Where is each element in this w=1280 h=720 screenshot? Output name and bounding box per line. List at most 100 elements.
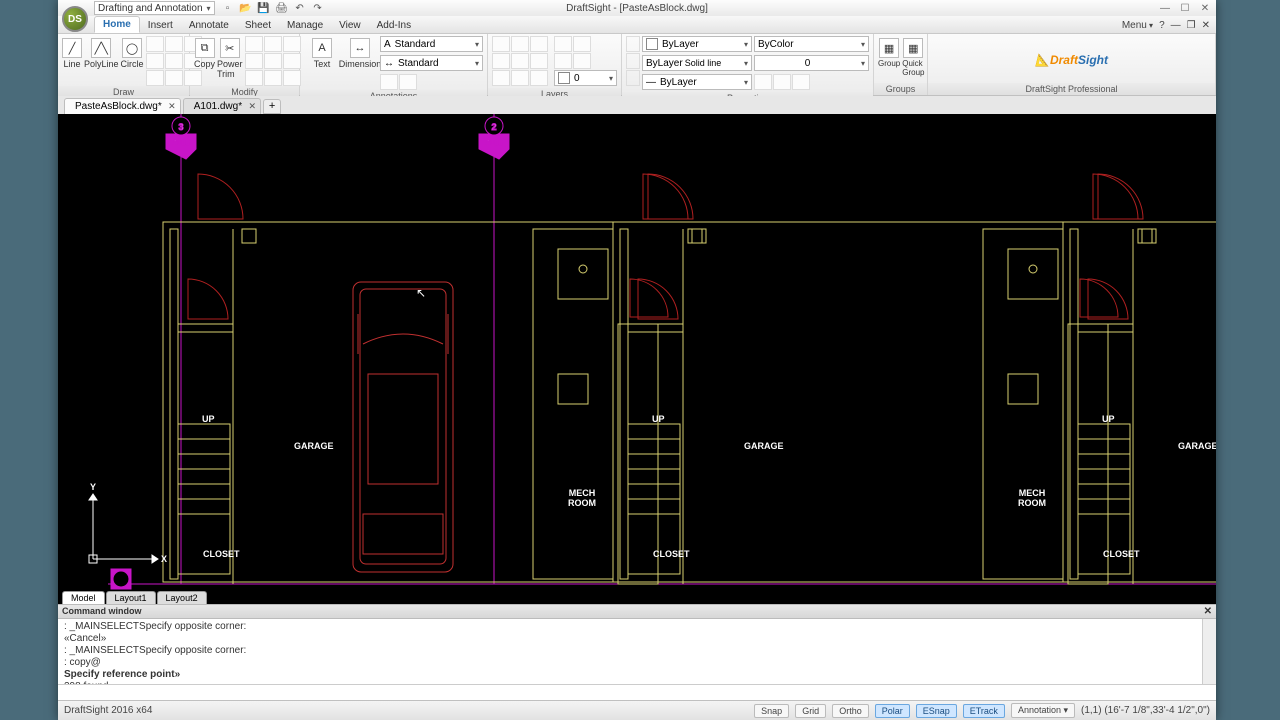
tab-insert[interactable]: Insert [140, 18, 181, 33]
tab-sheet[interactable]: Sheet [237, 18, 279, 33]
layer-tools-5[interactable] [554, 53, 617, 69]
text-icon: A [312, 38, 332, 58]
command-history[interactable]: : _MAINSELECTSpecify opposite corner: «C… [58, 619, 1216, 684]
file-tab-2[interactable]: A101.dwg*✕ [183, 98, 261, 114]
proptool2-icon[interactable] [626, 70, 640, 86]
close-tab-2-icon[interactable]: ✕ [249, 101, 257, 112]
esnap-toggle[interactable]: ESnap [916, 704, 957, 718]
text-style-combo[interactable]: AStandard [380, 36, 483, 52]
svg-text:MECH: MECH [1019, 488, 1046, 498]
line-button[interactable]: ╱Line [62, 36, 82, 69]
doc-minimize-icon[interactable]: — [1171, 20, 1181, 31]
sheet-model[interactable]: Model [62, 591, 105, 604]
sheet-layout1[interactable]: Layout1 [106, 591, 156, 604]
save-icon[interactable]: 💾 [257, 1, 271, 15]
annotation-toggle[interactable]: Annotation ▾ [1011, 703, 1075, 718]
linetype-combo[interactable]: ByLayerSolid line [642, 55, 752, 71]
color-combo[interactable]: ByLayer [642, 36, 752, 52]
svg-text:A105: A105 [173, 140, 190, 147]
matchprops-icon[interactable] [626, 36, 640, 52]
minimize-button[interactable]: — [1158, 3, 1172, 14]
panel-pro: 📐DraftSight DraftSight Professional [928, 34, 1216, 95]
svg-text:MECH: MECH [569, 488, 596, 498]
svg-text:3: 3 [178, 122, 183, 132]
polyline-icon: ╱╲ [91, 38, 111, 58]
svg-text:ROOM: ROOM [1018, 498, 1046, 508]
trim-icon: ✂ [220, 38, 240, 58]
svg-text:GARAGE: GARAGE [744, 441, 784, 451]
panel-groups: ▦Group ▦Quick Group Groups [874, 34, 928, 95]
menu-dropdown[interactable]: Menu [1122, 20, 1153, 31]
app-menu-button[interactable]: DS [62, 6, 88, 32]
add-tab-button[interactable]: + [263, 99, 281, 114]
grid-toggle[interactable]: Grid [795, 704, 826, 718]
snap-toggle[interactable]: Snap [754, 704, 789, 718]
layer-combo[interactable]: 0 [554, 70, 617, 86]
svg-text:GARAGE: GARAGE [1178, 441, 1216, 451]
ucs-x-label: X [161, 554, 167, 564]
command-window: Command window ✕ : _MAINSELECTSpecify opp… [58, 604, 1216, 700]
copy-icon: ⧉ [195, 38, 215, 58]
polyline-button[interactable]: ╱╲PolyLine [84, 36, 119, 69]
ortho-toggle[interactable]: Ortho [832, 704, 869, 718]
close-tab-1-icon[interactable]: ✕ [168, 101, 176, 112]
lineweight-combo[interactable]: —ByLayer [642, 74, 752, 90]
powertrim-button[interactable]: ✂Power Trim [217, 36, 243, 79]
draftsight-logo: 📐DraftSight [932, 36, 1211, 83]
modify-more[interactable] [245, 36, 301, 86]
doc-restore-icon[interactable]: ❐ [1187, 20, 1196, 31]
weight-input[interactable]: 0 [754, 55, 869, 71]
anno-more[interactable] [380, 74, 483, 90]
file-tab-1[interactable]: PasteAsBlock.dwg*✕ [64, 98, 181, 114]
help-button[interactable]: ? [1159, 20, 1165, 31]
layer-tools-4[interactable] [554, 36, 617, 52]
layer-tools-2[interactable] [492, 53, 552, 69]
svg-text:2: 2 [491, 122, 496, 132]
command-input[interactable] [58, 684, 1216, 700]
panel-annotations: AText ↔Dimension AStandard ↔Standard Ann… [300, 34, 488, 95]
proptool-icon[interactable] [626, 53, 640, 69]
doc-close-icon[interactable]: ✕ [1202, 20, 1210, 31]
tab-view[interactable]: View [331, 18, 369, 33]
svg-text:UP: UP [652, 414, 665, 424]
status-coords: (1,1) (16'-7 1/8",33'-4 1/2",0") [1081, 705, 1210, 716]
layer-tools-3[interactable] [492, 70, 552, 86]
dimension-button[interactable]: ↔Dimension [342, 36, 378, 69]
svg-text:UP: UP [1102, 414, 1115, 424]
quickgroup-icon: ▦ [903, 38, 923, 58]
tab-home[interactable]: Home [94, 16, 140, 33]
svg-text:GARAGE: GARAGE [294, 441, 334, 451]
layer-tools-1[interactable] [492, 36, 552, 52]
new-icon[interactable]: ▫ [221, 1, 235, 15]
etrack-toggle[interactable]: ETrack [963, 704, 1005, 718]
maximize-button[interactable]: ☐ [1178, 3, 1192, 14]
command-title: Command window [62, 606, 142, 617]
tab-annotate[interactable]: Annotate [181, 18, 237, 33]
panel-label-pro: DraftSight Professional [928, 83, 1215, 95]
undo-icon[interactable]: ↶ [293, 1, 307, 15]
quickgroup-button[interactable]: ▦Quick Group [902, 36, 924, 77]
text-button[interactable]: AText [304, 36, 340, 69]
group-button[interactable]: ▦Group [878, 36, 900, 68]
print-icon[interactable]: 🖨 [275, 1, 289, 15]
svg-text:CLOSET: CLOSET [1103, 549, 1140, 559]
open-icon[interactable]: 📂 [239, 1, 253, 15]
tab-manage[interactable]: Manage [279, 18, 331, 33]
prop-more[interactable] [754, 74, 869, 90]
tab-addins[interactable]: Add-Ins [369, 18, 419, 33]
dim-style-combo[interactable]: ↔Standard [380, 55, 483, 71]
svg-text:UP: UP [202, 414, 215, 424]
bycolor-combo[interactable]: ByColor [754, 36, 869, 52]
workspace-selector[interactable]: Drafting and Annotation [94, 1, 215, 15]
circle-button[interactable]: ◯Circle [121, 36, 144, 69]
copy-button[interactable]: ⧉Copy [194, 36, 215, 69]
sheet-layout2[interactable]: Layout2 [157, 591, 207, 604]
command-scrollbar[interactable] [1202, 619, 1216, 684]
close-button[interactable]: ✕ [1198, 3, 1212, 14]
drawing-canvas[interactable]: 3 A105 2 A105 [58, 114, 1216, 604]
command-close-icon[interactable]: ✕ [1204, 606, 1212, 617]
polar-toggle[interactable]: Polar [875, 704, 910, 718]
quick-access-toolbar: ▫ 📂 💾 🖨 ↶ ↷ [221, 1, 325, 15]
svg-text:A105: A105 [486, 140, 503, 147]
redo-icon[interactable]: ↷ [311, 1, 325, 15]
